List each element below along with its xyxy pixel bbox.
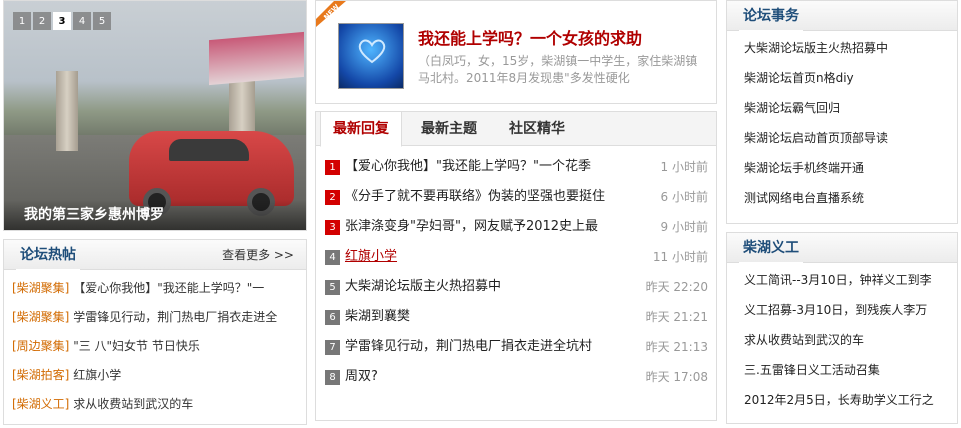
rank-badge: 6	[325, 310, 340, 325]
rank-badge: 2	[325, 190, 340, 205]
volunteer-list: 义工简讯--3月10日，钟祥义工到李 义工招募-3月10日，到残疾人李万 求从收…	[727, 263, 957, 415]
left-column: 1 2 3 4 5 我的第三家乡惠州博罗 论坛热帖 查看更多 >> [柴湖聚集]…	[3, 0, 307, 425]
gate-pillar-left	[56, 71, 78, 151]
table-row: 4 红旗小学 11 小时前	[316, 242, 716, 272]
slider-page-3[interactable]: 3	[53, 12, 71, 30]
slide-image[interactable]	[4, 1, 306, 230]
post-title-link[interactable]: 大柴湖论坛版主火热招募中	[345, 272, 645, 302]
rank-badge: 1	[325, 160, 340, 175]
list-item[interactable]: 柴湖论坛霸气回归	[727, 93, 957, 123]
list-item: [柴湖聚集] 学雷锋见行动，荆门热电厂捐衣走进全	[4, 303, 306, 332]
red-car	[129, 131, 294, 216]
post-category-tag[interactable]: [柴湖拍客]	[12, 368, 69, 382]
rank-badge: 7	[325, 340, 340, 355]
tab-latest-replies[interactable]: 最新回复	[320, 112, 402, 147]
post-title-link[interactable]: 周双?	[345, 362, 645, 392]
post-title-link[interactable]: 柴湖到襄樊	[345, 302, 645, 332]
featured-description: （白凤巧，女，15岁，柴湖镇一中学生，家住柴湖镇马北村。2011年8月发现患"多…	[418, 54, 698, 85]
slide-caption[interactable]: 我的第三家乡惠州博罗	[4, 200, 306, 230]
volunteer-panel: 柴湖义工 义工简讯--3月10日，钟祥义工到李 义工招募-3月10日，到残疾人李…	[726, 232, 958, 424]
list-item[interactable]: 义工招募-3月10日，到残疾人李万	[727, 295, 957, 325]
billboard	[209, 31, 304, 86]
list-item[interactable]: 求从收费站到武汉的车	[727, 325, 957, 355]
forum-affairs-title[interactable]: 论坛事务	[739, 1, 803, 32]
view-more-link[interactable]: 查看更多 >>	[222, 240, 294, 270]
post-tabs-panel: 最新回复 最新主题 社区精华 1 【爱心你我他】"我还能上学吗？"一个花季 1 小时…	[315, 111, 717, 421]
rank-badge: 5	[325, 280, 340, 295]
list-item: [柴湖义工] 求从收费站到武汉的车	[4, 390, 306, 419]
table-row: 8 周双? 昨天 17:08	[316, 362, 716, 392]
post-time: 9 小时前	[660, 220, 708, 234]
slider-pager: 1 2 3 4 5	[13, 12, 111, 30]
forum-affairs-header: 论坛事务	[727, 1, 957, 32]
tab-community-best[interactable]: 社区精华	[509, 112, 565, 146]
post-category-tag[interactable]: [柴湖义工]	[12, 397, 69, 411]
list-item[interactable]: 三.五雷锋日义工活动召集	[727, 355, 957, 385]
post-title-link[interactable]: 【爱心你我他】"我还能上学吗？"一个花季	[345, 152, 645, 182]
tab-latest-topics[interactable]: 最新主题	[421, 112, 477, 146]
post-time: 昨天 21:13	[645, 340, 708, 354]
forum-affairs-panel: 论坛事务 大柴湖论坛版主火热招募中 柴湖论坛首页n格diy 柴湖论坛霸气回归 柴…	[726, 0, 958, 224]
post-category-tag[interactable]: [柴湖聚集]	[12, 281, 69, 295]
post-title-link[interactable]: 《分手了就不要再联络》伪装的坚强也要挺住	[345, 182, 645, 212]
post-time: 昨天 22:20	[645, 280, 708, 294]
post-title-link[interactable]: 红旗小学	[345, 242, 645, 272]
hot-posts-panel: 论坛热帖 查看更多 >> [柴湖聚集] 【爱心你我他】"我还能上学吗？"一 [柴…	[3, 239, 307, 425]
rank-badge: 8	[325, 370, 340, 385]
forum-affairs-list: 大柴湖论坛版主火热招募中 柴湖论坛首页n格diy 柴湖论坛霸气回归 柴湖论坛启动…	[727, 31, 957, 213]
list-item[interactable]: 大柴湖论坛版主火热招募中	[727, 33, 957, 63]
post-category-tag[interactable]: [周边聚集]	[12, 339, 69, 353]
post-time: 昨天 17:08	[645, 370, 708, 384]
post-title-link[interactable]: 求从收费站到武汉的车	[73, 397, 193, 411]
volunteer-title[interactable]: 柴湖义工	[739, 233, 803, 264]
list-item: [周边聚集] "三 八"妇女节 节日快乐	[4, 332, 306, 361]
table-row: 1 【爱心你我他】"我还能上学吗？"一个花季 1 小时前	[316, 152, 716, 182]
featured-thumbnail[interactable]	[338, 23, 404, 89]
list-item: [柴湖聚集] 【爱心你我他】"我还能上学吗？"一	[4, 274, 306, 303]
rank-badge: 3	[325, 220, 340, 235]
post-title-link[interactable]: 学雷锋见行动，荆门热电厂捐衣走进全	[73, 310, 277, 324]
post-time: 昨天 21:21	[645, 310, 708, 324]
list-item[interactable]: 义工简讯--3月10日，钟祥义工到李	[727, 265, 957, 295]
image-slider[interactable]: 1 2 3 4 5 我的第三家乡惠州博罗	[3, 0, 307, 231]
list-item: [柴湖拍客] 红旗小学	[4, 361, 306, 390]
post-time: 11 小时前	[652, 250, 708, 264]
middle-column: NEW 我还能上学吗？一个女孩的求助 （白凤巧，女，15岁，柴湖镇一中学生，家住…	[315, 0, 717, 421]
post-title-link[interactable]: 红旗小学	[73, 368, 121, 382]
slider-page-4[interactable]: 4	[73, 12, 91, 30]
post-category-tag[interactable]: [柴湖聚集]	[12, 310, 69, 324]
hot-posts-list: [柴湖聚集] 【爱心你我他】"我还能上学吗？"一 [柴湖聚集] 学雷锋见行动，荆…	[4, 270, 306, 419]
hot-posts-header: 论坛热帖 查看更多 >>	[4, 240, 306, 271]
list-item[interactable]: 柴湖论坛首页n格diy	[727, 63, 957, 93]
table-row: 7 学雷锋见行动，荆门热电厂捐衣走进全坑村 昨天 21:13	[316, 332, 716, 362]
post-title-link[interactable]: 【爱心你我他】"我还能上学吗？"一	[73, 281, 264, 295]
post-time: 1 小时前	[660, 160, 708, 174]
post-title-link[interactable]: 学雷锋见行动，荆门热电厂捐衣走进全坑村	[345, 332, 645, 362]
post-title-link[interactable]: 张津涤变身"孕妇哥"，网友赋予2012史上最	[345, 212, 645, 242]
table-row: 3 张津涤变身"孕妇哥"，网友赋予2012史上最 9 小时前	[316, 212, 716, 242]
table-row: 5 大柴湖论坛版主火热招募中 昨天 22:20	[316, 272, 716, 302]
slider-page-5[interactable]: 5	[93, 12, 111, 30]
right-column: 论坛事务 大柴湖论坛版主火热招募中 柴湖论坛首页n格diy 柴湖论坛霸气回归 柴…	[726, 0, 958, 424]
car-window	[169, 139, 249, 161]
table-row: 6 柴湖到襄樊 昨天 21:21	[316, 302, 716, 332]
volunteer-header: 柴湖义工	[727, 233, 957, 264]
post-time: 6 小时前	[660, 190, 708, 204]
post-title-link[interactable]: "三 八"妇女节 节日快乐	[73, 339, 200, 353]
featured-title-link[interactable]: 我还能上学吗？一个女孩的求助	[418, 25, 642, 49]
hot-posts-title[interactable]: 论坛热帖	[16, 240, 80, 271]
heart-icon	[358, 39, 386, 64]
post-list: 1 【爱心你我他】"我还能上学吗？"一个花季 1 小时前 2 《分手了就不要再联络》伪…	[316, 146, 716, 392]
slider-page-1[interactable]: 1	[13, 12, 31, 30]
slider-page-2[interactable]: 2	[33, 12, 51, 30]
list-item[interactable]: 测试网络电台直播系统	[727, 183, 957, 213]
list-item[interactable]: 柴湖论坛手机终端开通	[727, 153, 957, 183]
list-item[interactable]: 2012年2月5日，长寿助学义工行之	[727, 385, 957, 415]
featured-post: NEW 我还能上学吗？一个女孩的求助 （白凤巧，女，15岁，柴湖镇一中学生，家住…	[315, 0, 717, 104]
tab-bar: 最新回复 最新主题 社区精华	[316, 112, 716, 147]
rank-badge: 4	[325, 250, 340, 265]
list-item[interactable]: 柴湖论坛启动首页顶部导读	[727, 123, 957, 153]
table-row: 2 《分手了就不要再联络》伪装的坚强也要挺住 6 小时前	[316, 182, 716, 212]
